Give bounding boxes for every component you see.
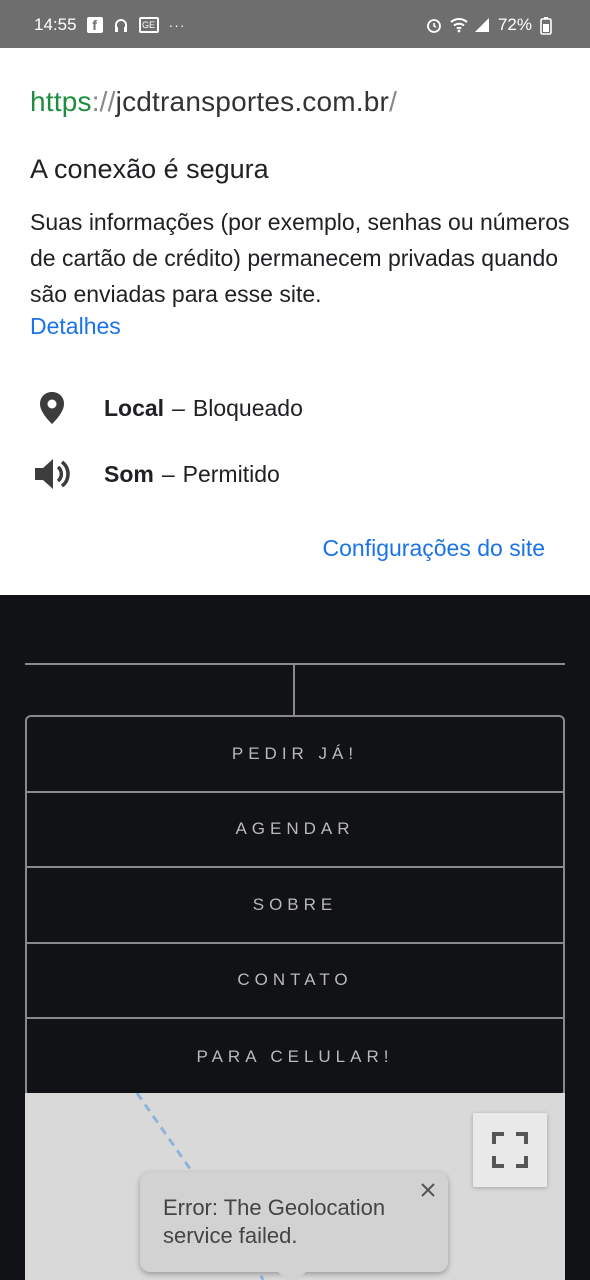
- signal-icon: [474, 17, 490, 33]
- permission-value: Permitido: [182, 460, 280, 487]
- menu-item-pedir[interactable]: PEDIR JÁ!: [27, 717, 563, 793]
- url-host: jcdtransportes.com.br: [115, 86, 390, 117]
- connection-description: Suas informações (por exemplo, senhas ou…: [30, 209, 570, 307]
- ge-icon: GE: [138, 17, 159, 33]
- fullscreen-icon: [492, 1132, 528, 1168]
- permission-dash: –: [161, 460, 175, 487]
- url-separator: ://: [91, 86, 116, 117]
- speaker-icon: [30, 454, 74, 494]
- menu-item-contato[interactable]: CONTATO: [27, 944, 563, 1019]
- site-settings-link[interactable]: Configurações do site: [323, 535, 545, 562]
- permission-dash: –: [172, 394, 185, 421]
- divider-line: [25, 663, 565, 665]
- details-link[interactable]: Detalhes: [30, 313, 121, 340]
- menu-item-agendar[interactable]: AGENDAR: [27, 793, 563, 868]
- url-trailing: /: [389, 86, 398, 117]
- permission-location[interactable]: Local – Bloqueado: [30, 388, 550, 428]
- site-menu: PEDIR JÁ! AGENDAR SOBRE CONTATO PARA CEL…: [25, 715, 565, 1097]
- menu-item-celular[interactable]: PARA CELULAR!: [27, 1019, 563, 1095]
- battery-icon: [540, 17, 556, 35]
- connection-title: A conexão é segura: [30, 154, 269, 184]
- facebook-icon: f: [86, 17, 103, 33]
- close-icon[interactable]: [416, 1178, 440, 1202]
- map-error-text: Error: The Geolocation service failed.: [163, 1195, 386, 1248]
- menu-item-sobre[interactable]: SOBRE: [27, 868, 563, 944]
- wifi-icon: [450, 17, 468, 33]
- headphone-icon: [113, 17, 129, 33]
- status-time: 14:55: [34, 15, 77, 34]
- location-pin-icon: [30, 388, 74, 428]
- battery-percent: 72%: [497, 15, 532, 34]
- status-bar: 14:55 f GE ··· 72%: [0, 0, 590, 48]
- fullscreen-button[interactable]: [473, 1113, 547, 1187]
- page-url: https://jcdtransportes.com.br/: [30, 86, 397, 118]
- alarm-icon: [426, 17, 442, 33]
- permission-sound[interactable]: Som – Permitido: [30, 454, 550, 494]
- more-dots-icon: ···: [168, 17, 186, 33]
- url-protocol: https: [30, 86, 92, 117]
- divider-vertical: [293, 665, 295, 715]
- map-error-popup: Error: The Geolocation service failed.: [140, 1172, 448, 1280]
- permission-name: Som: [104, 460, 154, 487]
- permission-name: Local: [104, 394, 165, 421]
- permission-value: Bloqueado: [192, 394, 303, 421]
- popup-tail: [278, 1272, 306, 1280]
- page-info-sheet: https://jcdtransportes.com.br/ A conexão…: [0, 48, 590, 595]
